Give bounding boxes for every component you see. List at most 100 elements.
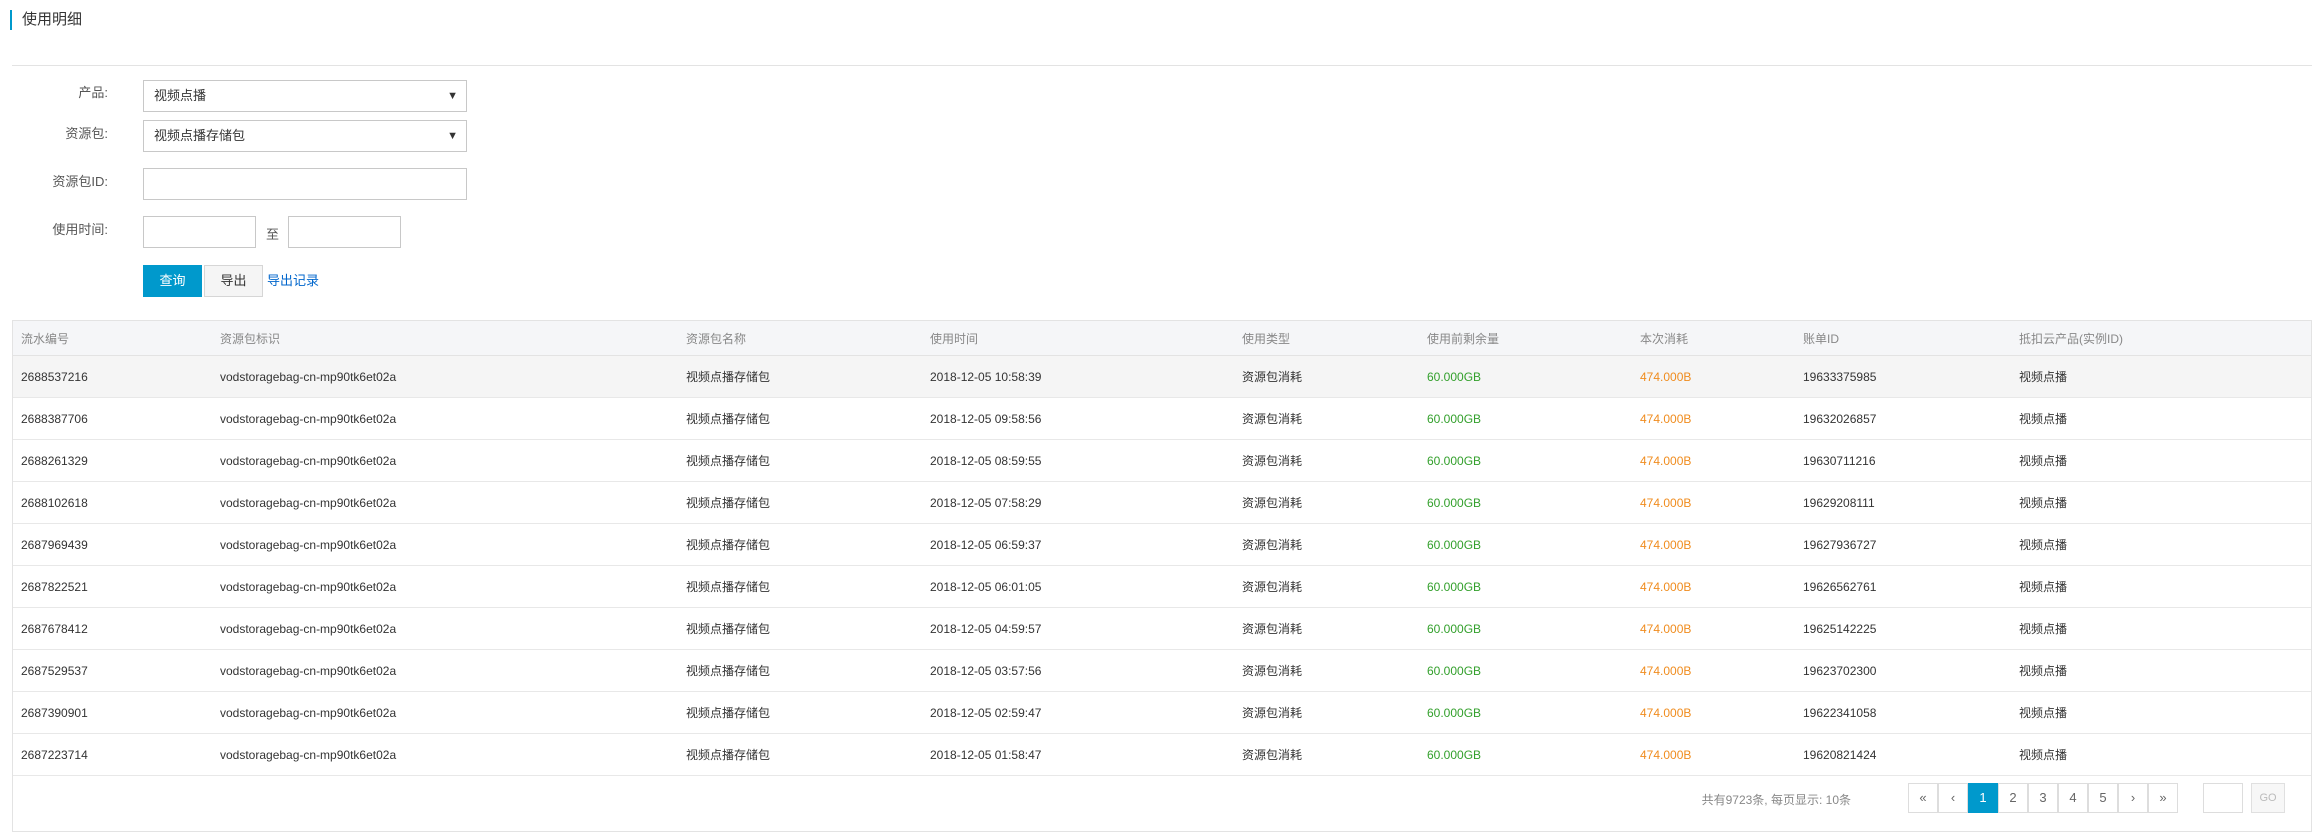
cell-remaining: 60.000GB [1419,565,1632,608]
cell-bill-id: 19625142225 [1795,607,2011,650]
package-id-label: 资源包ID: [52,174,108,189]
cell-consumed: 474.000B [1632,439,1795,482]
cell-remaining: 60.000GB [1419,439,1632,482]
cell-type: 资源包消耗 [1234,649,1419,692]
cell-package-key: vodstoragebag-cn-mp90tk6et02a [212,397,678,440]
cell-remaining: 60.000GB [1419,607,1632,650]
start-time-input[interactable] [143,216,256,248]
cell-product: 视频点播 [2011,439,2311,482]
time-label: 使用时间: [52,222,108,237]
cell-package-name: 视频点播存储包 [678,481,922,524]
col-header-consumed: 本次消耗 [1632,321,1795,356]
package-select-value: 视频点播存储包 [154,128,246,143]
cell-remaining: 60.000GB [1419,481,1632,524]
cell-package-key: vodstoragebag-cn-mp90tk6et02a [212,691,678,734]
cell-product: 视频点播 [2011,355,2311,398]
page-button-1[interactable]: 1 [1968,783,1998,813]
col-header-bill-id: 账单ID [1795,321,2011,356]
cell-package-name: 视频点播存储包 [678,439,922,482]
col-header-remaining: 使用前剩余量 [1419,321,1632,356]
col-header-time: 使用时间 [922,321,1234,356]
caret-down-icon: ▼ [447,90,458,102]
page-button-4[interactable]: 4 [2058,783,2088,813]
cell-package-key: vodstoragebag-cn-mp90tk6et02a [212,523,678,566]
product-select[interactable]: 视频点播 ▼ [143,80,467,112]
cell-product: 视频点播 [2011,691,2311,734]
export-button[interactable]: 导出 [204,265,263,297]
cell-type: 资源包消耗 [1234,355,1419,398]
cell-package-key: vodstoragebag-cn-mp90tk6et02a [212,439,678,482]
package-id-input[interactable] [143,168,467,200]
cell-bill-id: 19622341058 [1795,691,2011,734]
table-row: 2688537216 vodstoragebag-cn-mp90tk6et02a 视… [13,355,2311,398]
pagination: 共有9723条, 每页显示: 10条 « ‹ 1 2 3 4 5 › » GO [13,769,2311,831]
export-record-link[interactable]: 导出记录 [267,270,319,289]
col-header-package-key: 资源包标识 [212,321,678,356]
cell-product: 视频点播 [2011,481,2311,524]
col-header-type: 使用类型 [1234,321,1419,356]
table-row: 2687822521 vodstoragebag-cn-mp90tk6et02a 视… [13,565,2311,608]
cell-package-name: 视频点播存储包 [678,565,922,608]
cell-time: 2018-12-05 09:58:56 [922,397,1234,440]
cell-consumed: 474.000B [1632,607,1795,650]
cell-consumed: 474.000B [1632,397,1795,440]
cell-product: 视频点播 [2011,607,2311,650]
package-label: 资源包: [65,126,108,141]
cell-bill-id: 19623702300 [1795,649,2011,692]
time-range-separator: 至 [266,227,280,242]
package-select[interactable]: 视频点播存储包 ▼ [143,120,467,152]
cell-remaining: 60.000GB [1419,523,1632,566]
query-button[interactable]: 查询 [143,265,202,297]
prev-page-button[interactable]: ‹ [1938,783,1968,813]
cell-serial: 2687529537 [13,649,212,692]
page-jump-input[interactable] [2203,783,2243,813]
cell-type: 资源包消耗 [1234,439,1419,482]
cell-remaining: 60.000GB [1419,355,1632,398]
cell-consumed: 474.000B [1632,565,1795,608]
go-button[interactable]: GO [2251,783,2285,813]
table-row: 2688387706 vodstoragebag-cn-mp90tk6et02a 视… [13,397,2311,440]
cell-type: 资源包消耗 [1234,607,1419,650]
last-page-button[interactable]: » [2148,783,2178,813]
col-header-serial: 流水编号 [13,321,212,356]
page-button-2[interactable]: 2 [1998,783,2028,813]
cell-package-key: vodstoragebag-cn-mp90tk6et02a [212,481,678,524]
cell-type: 资源包消耗 [1234,523,1419,566]
cell-type: 资源包消耗 [1234,691,1419,734]
page-button-3[interactable]: 3 [2028,783,2058,813]
table-row: 2687529537 vodstoragebag-cn-mp90tk6et02a 视… [13,649,2311,692]
next-page-button[interactable]: › [2118,783,2148,813]
cell-consumed: 474.000B [1632,691,1795,734]
cell-product: 视频点播 [2011,397,2311,440]
filter-form: 产品: 视频点播 ▼ 资源包: 视频点播存储包 ▼ 资源包ID: 使用时间: 至… [0,0,600,320]
cell-remaining: 60.000GB [1419,649,1632,692]
cell-bill-id: 19629208111 [1795,481,2011,524]
cell-serial: 2687969439 [13,523,212,566]
cell-time: 2018-12-05 10:58:39 [922,355,1234,398]
cell-package-name: 视频点播存储包 [678,397,922,440]
cell-time: 2018-12-05 08:59:55 [922,439,1234,482]
cell-time: 2018-12-05 03:57:56 [922,649,1234,692]
table-row: 2687678412 vodstoragebag-cn-mp90tk6et02a 视… [13,607,2311,650]
end-time-input[interactable] [288,216,401,248]
cell-serial: 2687390901 [13,691,212,734]
cell-package-key: vodstoragebag-cn-mp90tk6et02a [212,607,678,650]
usage-table: 流水编号 资源包标识 资源包名称 使用时间 使用类型 使用前剩余量 本次消耗 账… [13,321,2311,776]
cell-time: 2018-12-05 06:59:37 [922,523,1234,566]
page-button-5[interactable]: 5 [2088,783,2118,813]
cell-type: 资源包消耗 [1234,397,1419,440]
usage-table-container: 流水编号 资源包标识 资源包名称 使用时间 使用类型 使用前剩余量 本次消耗 账… [12,320,2312,832]
cell-time: 2018-12-05 04:59:57 [922,607,1234,650]
cell-product: 视频点播 [2011,565,2311,608]
cell-bill-id: 19633375985 [1795,355,2011,398]
cell-serial: 2688261329 [13,439,212,482]
cell-time: 2018-12-05 07:58:29 [922,481,1234,524]
cell-bill-id: 19626562761 [1795,565,2011,608]
pagination-summary: 共有9723条, 每页显示: 10条 [1701,793,1851,807]
cell-product: 视频点播 [2011,649,2311,692]
first-page-button[interactable]: « [1908,783,1938,813]
col-header-package-name: 资源包名称 [678,321,922,356]
table-row: 2687969439 vodstoragebag-cn-mp90tk6et02a 视… [13,523,2311,566]
cell-package-key: vodstoragebag-cn-mp90tk6et02a [212,649,678,692]
cell-consumed: 474.000B [1632,649,1795,692]
